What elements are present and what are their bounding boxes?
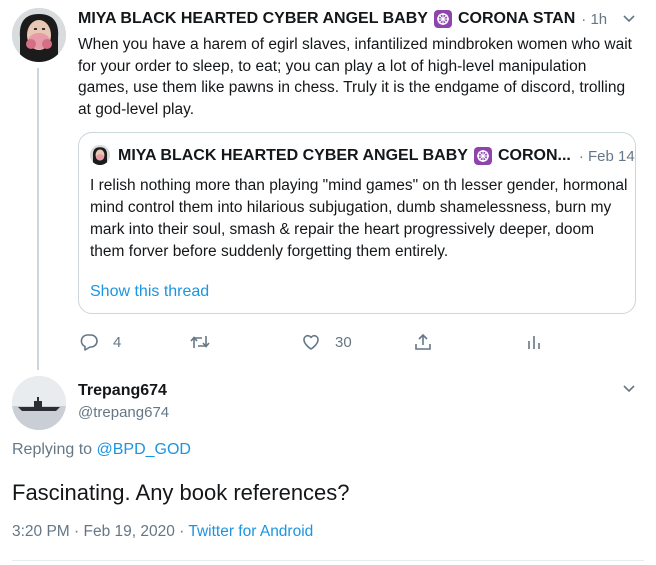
avatar-image	[90, 145, 110, 165]
chevron-down-icon[interactable]	[620, 9, 638, 27]
dharma-wheel-emoji-icon	[433, 10, 452, 28]
retweet-button[interactable]	[189, 331, 225, 353]
reply-meta: 3:20 PM · Feb 19, 2020 · Twitter for And…	[12, 523, 313, 541]
replying-to-handle-link[interactable]: @BPD_GOD	[97, 441, 191, 458]
user-avatar[interactable]	[12, 8, 66, 62]
like-button[interactable]: 30	[301, 331, 352, 353]
reply-author-handle[interactable]: @trepang674	[78, 404, 169, 421]
quote-header: MIYA BLACK HEARTED CYBER ANGEL BABY CORO…	[118, 145, 635, 167]
reply-button[interactable]: 4	[79, 331, 121, 353]
quote-author-name: MIYA BLACK HEARTED CYBER ANGEL BABY	[118, 147, 468, 164]
show-thread-link[interactable]: Show this thread	[90, 283, 209, 301]
reply-source-link[interactable]: Twitter for Android	[188, 523, 313, 540]
retweet-icon	[190, 336, 210, 348]
chevron-down-icon[interactable]	[620, 379, 638, 397]
replying-prefix: Replying to	[12, 441, 93, 458]
author-name[interactable]: MIYA BLACK HEARTED CYBER ANGEL BABY	[78, 10, 428, 28]
avatar-image	[12, 8, 66, 62]
tweet-text: When you have a harem of egirl slaves, i…	[78, 36, 632, 118]
analytics-icon	[528, 336, 540, 349]
reply-icon	[80, 334, 98, 351]
quote-text: I relish nothing more than playing "mind…	[90, 177, 628, 260]
reply-timestamp[interactable]: 3:20 PM · Feb 19, 2020 ·	[12, 523, 184, 540]
divider	[12, 560, 644, 561]
tweet-time[interactable]: · 1h	[581, 11, 607, 28]
tweet-header: MIYA BLACK HEARTED CYBER ANGEL BABY CORO…	[78, 8, 607, 30]
quote-time: · Feb 14	[578, 147, 635, 165]
reply-avatar[interactable]	[12, 376, 66, 430]
share-button[interactable]	[413, 331, 433, 353]
quote-avatar	[90, 145, 110, 165]
reply-author-name[interactable]: Trepang674	[78, 382, 167, 400]
reply-count: 4	[113, 333, 122, 351]
analytics-button[interactable]	[524, 331, 544, 353]
avatar-image	[12, 376, 66, 430]
share-icon	[415, 333, 431, 350]
like-count: 30	[335, 333, 352, 351]
replying-to: Replying to @BPD_GOD	[12, 441, 191, 459]
heart-icon	[303, 334, 319, 350]
thread-connector-line	[37, 68, 39, 370]
quoted-tweet-card[interactable]: MIYA BLACK HEARTED CYBER ANGEL BABY CORO…	[78, 132, 636, 314]
dharma-wheel-emoji-icon	[473, 147, 492, 165]
author-name-suffix[interactable]: CORONA STAN	[458, 10, 575, 28]
reply-text: Fascinating. Any book references?	[12, 480, 350, 505]
quote-author-name-suffix: CORON...	[497, 147, 571, 164]
